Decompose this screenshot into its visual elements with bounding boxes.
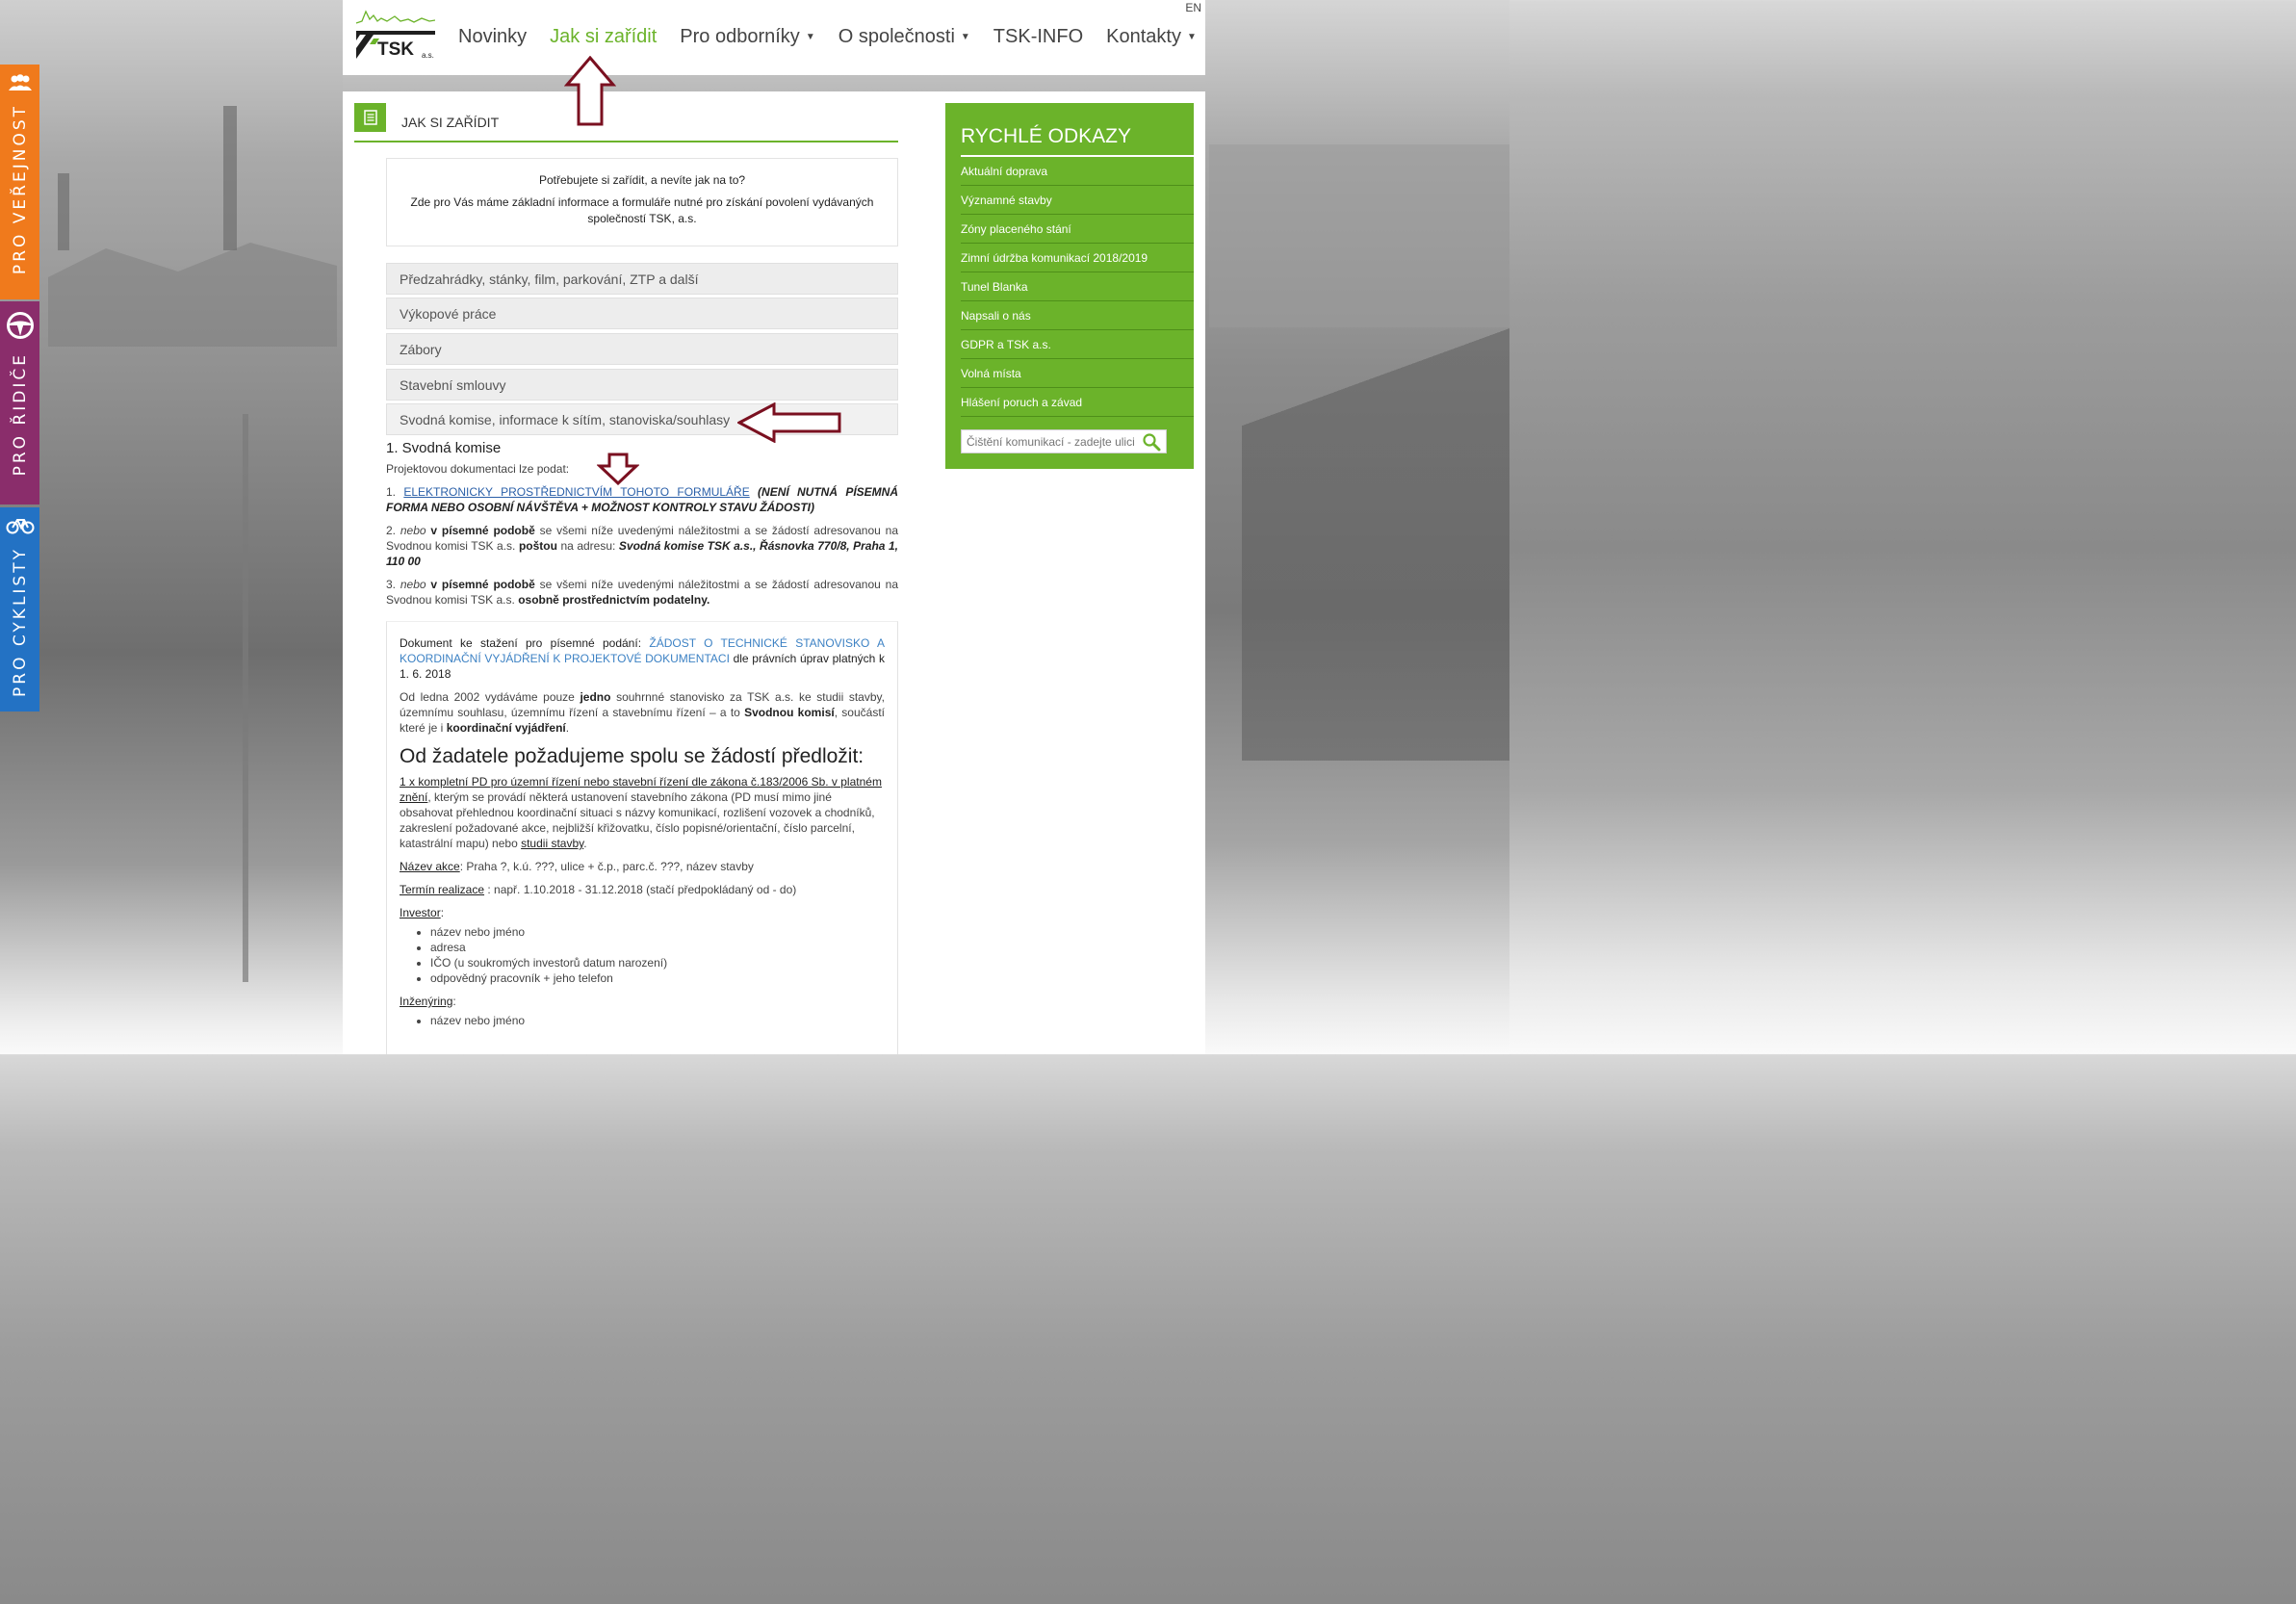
nav-novinky[interactable]: Novinky xyxy=(458,26,527,48)
annotation-arrow-left xyxy=(737,402,841,443)
accordion-item[interactable]: Stavební smlouvy xyxy=(386,369,898,401)
nav-tsk-info[interactable]: TSK-INFO xyxy=(993,26,1083,48)
accordion-item[interactable]: Předzahrádky, stánky, film, parkování, Z… xyxy=(386,263,898,295)
street-search-input[interactable] xyxy=(962,430,1140,453)
field-name: Název akce: Praha ?, k.ú. ???, ulice + č… xyxy=(400,860,754,873)
quick-link[interactable]: GDPR a TSK a.s. xyxy=(961,330,1194,359)
option-personal: 3. nebo v písemné podobě se všemi níže u… xyxy=(386,578,898,607)
side-tab-public[interactable]: PRO VEŘEJNOST xyxy=(0,65,39,299)
side-tab-drivers[interactable]: PRO ŘIDIČE xyxy=(0,301,39,504)
side-tab-cyclists[interactable]: PRO CYKLISTY xyxy=(0,507,39,711)
field-term: Termín realizace : např. 1.10.2018 - 31.… xyxy=(400,883,797,896)
tsk-logo[interactable]: TSK a.s. xyxy=(354,6,436,62)
logo-suffix: a.s. xyxy=(422,51,434,60)
background-photo-left xyxy=(0,0,343,1054)
background-road xyxy=(1242,318,1509,761)
site-header: TSK a.s. Novinky Jak si zařídit Pro odbo… xyxy=(343,0,1205,75)
intro-box: Potřebujete si zařídit, a nevíte jak na … xyxy=(386,158,898,246)
accordion-item[interactable]: Výkopové práce xyxy=(386,298,898,329)
electronic-form-link[interactable]: ELEKTRONICKY PROSTŘEDNICTVÍM TOHOTO FORM… xyxy=(403,485,749,499)
quick-link[interactable]: Hlášení poruch a závad xyxy=(961,388,1194,417)
caret-down-icon: ▼ xyxy=(1186,32,1197,43)
investor-list: název nebo jméno adresa IČO (u soukromýc… xyxy=(430,924,885,986)
quick-links-panel: RYCHLÉ ODKAZY Aktuální doprava Významné … xyxy=(945,103,1194,469)
page-title: JAK SI ZAŘÍDIT xyxy=(401,115,500,130)
side-tab-label: PRO CYKLISTY xyxy=(10,547,30,697)
language-switch[interactable]: EN xyxy=(1185,1,1201,14)
accordion-item[interactable]: Zábory xyxy=(386,333,898,365)
main-nav: Novinky Jak si zařídit Pro odborníky ▼ O … xyxy=(458,26,1220,48)
background-lamp xyxy=(243,414,248,982)
background-building xyxy=(1209,144,1509,327)
section-lead: Projektovou dokumentaci lze podat: xyxy=(386,462,570,476)
document-box: Dokument ke stažení pro písemné podání: … xyxy=(386,621,898,1054)
quick-link[interactable]: Zimní údržba komunikací 2018/2019 xyxy=(961,244,1194,272)
quick-link[interactable]: Zóny placeného stání xyxy=(961,215,1194,244)
quick-link[interactable]: Aktuální doprava xyxy=(961,157,1194,186)
accordion-body: 1. Svodná komise Projektovou dokumentaci… xyxy=(386,436,898,615)
annotation-arrow-down xyxy=(597,453,639,485)
document-icon xyxy=(354,103,386,132)
quick-links-title: RYCHLÉ ODKAZY xyxy=(961,125,1194,157)
info-paragraph: Od ledna 2002 vydáváme pouze jedno souhr… xyxy=(400,690,885,735)
logo-text: TSK xyxy=(377,39,414,60)
investor-label: Investor: xyxy=(400,906,445,919)
street-search xyxy=(961,429,1167,453)
intro-text: Zde pro Vás máme základní informace a fo… xyxy=(410,195,874,225)
intro-question: Potřebujete si zařídit, a nevíte jak na … xyxy=(538,173,746,187)
quick-link[interactable]: Napsali o nás xyxy=(961,301,1194,330)
engineering-label: Inženýring: xyxy=(400,995,456,1008)
search-icon[interactable] xyxy=(1141,432,1162,452)
bicycle-icon xyxy=(6,517,35,537)
nav-pro-odborniky[interactable]: Pro odborníky ▼ xyxy=(680,26,814,48)
caret-down-icon: ▼ xyxy=(805,32,815,43)
side-tab-label: PRO VEŘEJNOST xyxy=(10,104,30,275)
list-item: IČO (u soukromých investorů datum naroze… xyxy=(430,955,885,970)
option-post: 2. nebo v písemné podobě se všemi níže u… xyxy=(386,524,899,568)
side-tab-label: PRO ŘIDIČE xyxy=(10,352,30,477)
page-heading: JAK SI ZAŘÍDIT xyxy=(354,103,898,142)
quick-link[interactable]: Tunel Blanka xyxy=(961,272,1194,301)
background-spire xyxy=(58,173,69,250)
requirement-pd: 1 x kompletní PD pro územní řízení nebo … xyxy=(400,775,882,850)
option-electronic: 1. ELEKTRONICKY PROSTŘEDNICTVÍM TOHOTO F… xyxy=(386,485,898,514)
quick-link[interactable]: Volná místa xyxy=(961,359,1194,388)
list-item: adresa xyxy=(430,940,885,955)
section-heading: 1. Svodná komise xyxy=(386,440,502,456)
annotation-arrow-up xyxy=(564,56,616,126)
background-spire xyxy=(223,106,237,250)
list-item: název nebo jméno xyxy=(430,1013,885,1028)
nav-o-spolecnosti[interactable]: O společnosti ▼ xyxy=(838,26,970,48)
nav-kontakty[interactable]: Kontakty ▼ xyxy=(1106,26,1197,48)
list-item: název nebo jméno xyxy=(430,924,885,940)
list-item: odpovědný pracovník + jeho telefon xyxy=(430,970,885,986)
download-paragraph: Dokument ke stažení pro písemné podání: … xyxy=(400,636,885,681)
requirements-heading: Od žadatele požadujeme spolu se žádostí … xyxy=(400,745,864,767)
quick-link[interactable]: Významné stavby xyxy=(961,186,1194,215)
steering-wheel-icon xyxy=(6,311,35,343)
engineering-list: název nebo jméno xyxy=(430,1013,885,1028)
people-icon xyxy=(8,74,33,94)
caret-down-icon: ▼ xyxy=(960,32,970,43)
nav-jak-si-zaridit[interactable]: Jak si zařídit xyxy=(550,26,657,48)
